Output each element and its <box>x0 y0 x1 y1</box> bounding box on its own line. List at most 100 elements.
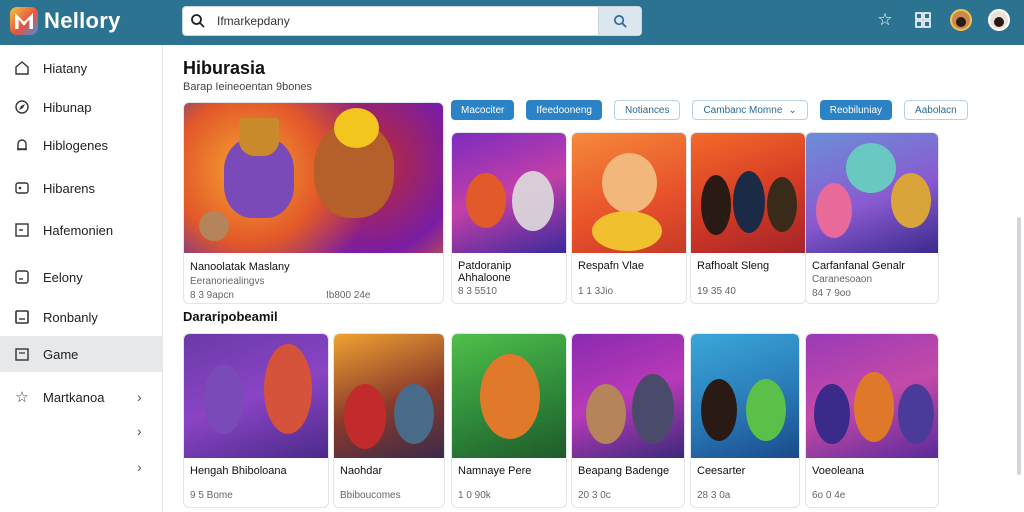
card-title: Naohdar <box>340 465 383 477</box>
scrollbar[interactable] <box>1017 217 1021 475</box>
page-subtitle: Barap Ieineoentan 9bones <box>183 81 313 93</box>
game-card[interactable]: Ceesarter 28 3 0a <box>690 333 800 508</box>
app-logo[interactable]: Nellory <box>10 7 121 35</box>
chip-label: Cambanc Momne <box>703 104 783 116</box>
sidebar-item-8[interactable]: Game <box>0 336 163 372</box>
search-icon <box>191 14 205 28</box>
star-icon[interactable]: ☆ <box>874 9 896 31</box>
folder-icon <box>13 345 31 363</box>
avatar[interactable] <box>988 9 1010 31</box>
avatar[interactable] <box>950 9 972 31</box>
sidebar-item-7[interactable]: Ronbanly <box>0 300 163 334</box>
sidebar-item-label: Eelony <box>43 269 83 285</box>
card-meta: 1 0 90k <box>458 490 491 501</box>
bookmark-icon <box>13 308 31 326</box>
filter-chips: Macociter Ifeedooneng Notiances Cambanc … <box>451 100 968 120</box>
card-meta: 20 3 0c <box>578 490 611 501</box>
chart-icon <box>13 268 31 286</box>
search-bar <box>182 6 642 36</box>
game-card[interactable]: Voeoleana 6o 0 4e <box>805 333 939 508</box>
compass-icon <box>13 98 31 116</box>
game-thumbnail <box>452 133 566 253</box>
chip-1[interactable]: Macociter <box>451 100 515 120</box>
game-thumbnail <box>572 133 686 253</box>
card-title: Carfanfanal Genalr <box>812 260 905 272</box>
calendar-icon <box>13 221 31 239</box>
game-thumbnail <box>691 133 805 253</box>
card-title: Voeoleana <box>812 465 864 477</box>
card-meta: 28 3 0a <box>697 490 731 501</box>
chip-6[interactable]: Aabolacn <box>904 100 968 120</box>
chip-2[interactable]: Ifeedooneng <box>526 100 602 120</box>
card-meta: Ib800 24e <box>326 290 371 301</box>
game-card[interactable]: Rafhoalt Sleng 19 35 40 <box>690 132 806 304</box>
chevron-right-icon: › <box>137 389 142 405</box>
sidebar-item-label: Ronbanly <box>43 309 98 325</box>
game-thumbnail <box>572 334 684 458</box>
sidebar-item-2[interactable]: Hibunap <box>0 90 163 124</box>
main-content: Hiburasia Barap Ieineoentan 9bones Nanoo… <box>163 45 1024 512</box>
sidebar-item-label: Game <box>43 346 79 362</box>
sidebar-item-5[interactable]: Hafemonien <box>0 213 163 247</box>
game-card[interactable]: Respafn Vlae 1 1 3Jio <box>571 132 687 304</box>
game-card[interactable]: Carfanfanal Genalr Caranesoaon 84 7 9oo <box>805 132 939 304</box>
chip-5[interactable]: Reobiluniay <box>819 100 893 120</box>
sidebar-item-9[interactable]: ☆ Martkanoa › <box>0 380 163 414</box>
game-thumbnail <box>334 334 444 458</box>
sidebar-item-label: Hibarens <box>43 180 96 196</box>
sidebar-item-label: Hafemonien <box>43 222 114 238</box>
card-meta: 9 5 Bome <box>190 490 233 501</box>
gamepad-icon <box>13 179 31 197</box>
game-card[interactable]: Hengah Bhiboloana 9 5 Bome <box>183 333 329 508</box>
chevron-down-icon: ⌄ <box>788 104 797 116</box>
sidebar-item-label: Martkanoa <box>43 389 105 405</box>
game-card[interactable]: Naohdar Bbiboucomes <box>333 333 445 508</box>
top-bar: Nellory ☆ <box>0 0 1024 45</box>
star-icon: ☆ <box>15 389 29 406</box>
section-title: Dararipobeamil <box>183 309 278 324</box>
card-meta: 19 35 40 <box>697 286 736 297</box>
search-button[interactable] <box>598 7 641 35</box>
sidebar-item-4[interactable]: Hibarens <box>0 171 163 205</box>
card-meta: Caranesoaon <box>812 274 873 285</box>
home-icon <box>13 59 31 77</box>
bell-icon <box>13 136 31 154</box>
chip-4-dropdown[interactable]: Cambanc Momne ⌄ <box>692 100 808 120</box>
game-thumbnail <box>806 334 938 458</box>
top-icons: ☆ <box>874 9 1010 31</box>
game-card[interactable]: Namnaye Pere 1 0 90k <box>451 333 567 508</box>
featured-thumbnail <box>184 103 443 253</box>
card-meta: Bbiboucomes <box>340 490 401 501</box>
search-input[interactable] <box>217 11 597 31</box>
game-thumbnail <box>806 133 938 253</box>
card-meta: 1 1 3Jio <box>578 286 614 297</box>
card-title: Ceesarter <box>697 465 746 477</box>
search-icon <box>613 14 627 28</box>
game-thumbnail <box>452 334 566 458</box>
card-title: Patdoranip Ahhaloone <box>458 260 512 284</box>
game-card[interactable]: Patdoranip Ahhaloone 8 3 5510 <box>451 132 567 304</box>
chip-3[interactable]: Notiances <box>613 100 681 120</box>
card-meta: Eeranoriealingvs <box>190 276 265 287</box>
card-title: Rafhoalt Sleng <box>697 260 770 272</box>
game-card[interactable]: Beapang Badenge 20 3 0c <box>571 333 685 508</box>
sidebar-item-3[interactable]: Hiblogenes <box>0 128 163 162</box>
sidebar-item-label: Hiblogenes <box>43 137 109 153</box>
card-title: Respafn Vlae <box>578 260 645 272</box>
chevron-right-icon[interactable]: › <box>137 459 142 475</box>
sidebar-item-1[interactable]: Hiatany <box>0 51 163 85</box>
card-title: Beapang Badenge <box>578 465 670 477</box>
card-meta: 84 7 9oo <box>812 288 851 299</box>
sidebar-item-label: Hiatany <box>43 60 88 76</box>
sidebar: Hiatany Hibunap Hiblogenes Hibarens Hafe… <box>0 45 163 512</box>
chevron-right-icon[interactable]: › <box>137 423 142 439</box>
card-meta: 8 3 9apcn <box>190 290 234 301</box>
game-thumbnail <box>691 334 799 458</box>
page-title: Hiburasia <box>183 58 266 78</box>
card-title: Namnaye Pere <box>458 465 532 477</box>
card-title: Nanoolatak Maslany <box>190 261 290 273</box>
card-title: Hengah Bhiboloana <box>190 465 287 477</box>
sidebar-item-6[interactable]: Eelony <box>0 260 163 294</box>
featured-card[interactable]: Nanoolatak Maslany Eeranoriealingvs 8 3 … <box>183 102 444 304</box>
grid-icon[interactable] <box>912 9 934 31</box>
